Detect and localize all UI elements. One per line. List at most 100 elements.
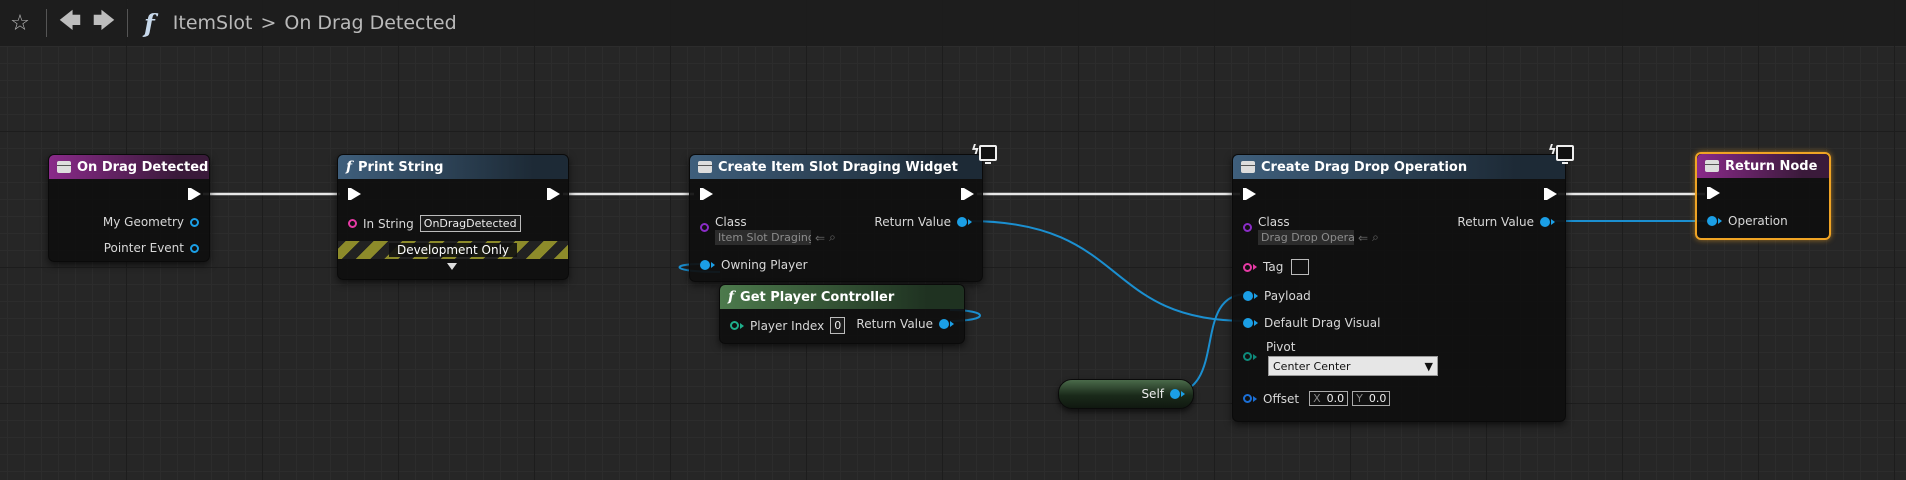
node-title: Get Player Controller xyxy=(740,289,895,305)
function-icon: f xyxy=(728,289,735,305)
print-string-node[interactable]: f Print String In String OnDragDetected … xyxy=(337,154,569,280)
pin-label: Return Value xyxy=(874,215,951,229)
exec-out-pin[interactable] xyxy=(1544,188,1557,200)
offset-y-field[interactable]: Y 0.0 xyxy=(1352,391,1391,406)
exec-pin-icon xyxy=(961,188,974,200)
enum-pin-icon xyxy=(1243,352,1252,361)
pin-pointer-event[interactable]: Pointer Event xyxy=(104,241,199,255)
pivot-pin-content: Pivot xyxy=(1266,340,1295,354)
event-icon xyxy=(57,161,71,173)
pin-label: Owning Player xyxy=(721,258,808,272)
use-selected-icon[interactable]: ⇐ xyxy=(1358,231,1368,245)
pin-payload[interactable]: Payload xyxy=(1243,289,1311,303)
pin-arrow-icon xyxy=(1551,219,1555,225)
pin-arrow-icon xyxy=(1718,218,1722,224)
exec-pin-icon xyxy=(1243,188,1256,200)
event-icon xyxy=(1705,160,1719,172)
get-player-controller-node[interactable]: f Get Player Controller Player Index 0 R… xyxy=(719,284,965,344)
class-combo[interactable]: Item Slot Draging▾ xyxy=(715,230,811,245)
pin-label: Default Drag Visual xyxy=(1264,316,1381,330)
pin-label: In String xyxy=(363,216,414,231)
pin-offset[interactable]: Offset X 0.0 Y 0.0 xyxy=(1243,391,1391,406)
node-header: Return Node xyxy=(1697,154,1829,178)
exec-pin-icon xyxy=(1544,188,1557,200)
pin-arrow-icon xyxy=(1253,264,1257,270)
pin-label: Operation xyxy=(1728,214,1788,228)
create-widget-node[interactable]: Create Item Slot Draging Widget Class It… xyxy=(689,154,983,282)
pivot-dropdown[interactable]: Center Center ▼ xyxy=(1268,356,1438,376)
pin-in-string[interactable]: In String OnDragDetected xyxy=(348,215,521,232)
create-drag-drop-node[interactable]: Create Drag Drop Operation Class Drag Dr… xyxy=(1232,154,1566,422)
pin-label: Return Value xyxy=(856,317,933,331)
pin-player-index[interactable]: Player Index 0 xyxy=(730,317,846,334)
node-title: Print String xyxy=(358,159,444,175)
pin-arrow-icon xyxy=(1253,395,1257,402)
tag-field[interactable] xyxy=(1291,259,1310,275)
expand-arrow-icon[interactable] xyxy=(447,263,457,270)
pin-label: Tag xyxy=(1263,260,1284,274)
data-wire-widget-to-visual xyxy=(967,220,1248,322)
object-pin-icon xyxy=(939,319,949,329)
node-title: Create Drag Drop Operation xyxy=(1261,159,1468,175)
pin-default-drag-visual[interactable]: Default Drag Visual xyxy=(1243,316,1380,330)
pin-tag[interactable]: Tag xyxy=(1243,259,1310,275)
pin-label: Pivot xyxy=(1266,340,1296,354)
exec-out-pin[interactable] xyxy=(961,188,974,200)
node-title: Create Item Slot Draging Widget xyxy=(718,159,958,175)
pin-arrow-icon xyxy=(968,219,972,225)
pin-class[interactable]: Class Drag Drop Operat▾ ⇐ ⌕ xyxy=(1243,215,1379,245)
dropdown-arrow-icon: ▼ xyxy=(1424,359,1433,373)
pin-operation[interactable]: Operation xyxy=(1707,214,1788,228)
return-node[interactable]: Return Node Operation xyxy=(1695,152,1831,240)
node-title: On Drag Detected xyxy=(77,159,209,175)
browse-icon[interactable]: ⌕ xyxy=(1372,230,1379,245)
vector-pin-icon xyxy=(1243,394,1252,403)
pin-return-value[interactable]: Return Value xyxy=(874,215,972,229)
object-pin-icon xyxy=(1243,318,1253,328)
exec-out-pin[interactable] xyxy=(188,188,201,200)
node-header: Create Drag Drop Operation xyxy=(1233,155,1565,179)
offset-x-value: 0.0 xyxy=(1326,392,1345,405)
pin-return-value[interactable]: Return Value xyxy=(1457,215,1555,229)
pin-label: Payload xyxy=(1264,289,1311,303)
pin-label: Pointer Event xyxy=(103,241,184,255)
development-only-banner: Development Only xyxy=(338,241,568,259)
self-label: Self xyxy=(1141,387,1164,401)
browse-icon[interactable]: ⌕ xyxy=(829,230,836,245)
exec-in-pin[interactable] xyxy=(348,188,361,200)
pin-arrow-icon xyxy=(950,321,954,327)
pin-label: Class xyxy=(715,215,747,229)
exec-in-pin[interactable] xyxy=(1243,188,1256,200)
pin-class[interactable]: Class Item Slot Draging▾ ⇐ ⌕ xyxy=(700,215,836,245)
pin-owning-player[interactable]: Owning Player xyxy=(700,258,808,272)
exec-in-pin[interactable] xyxy=(1707,187,1720,199)
widget-icon xyxy=(1241,161,1255,173)
offset-x-field[interactable]: X 0.0 xyxy=(1309,391,1349,406)
pin-return-value[interactable]: Return Value xyxy=(856,317,954,331)
exec-pin-icon xyxy=(348,188,361,200)
exec-in-pin[interactable] xyxy=(700,188,713,200)
class-combo[interactable]: Drag Drop Operat▾ xyxy=(1258,230,1354,245)
pin-label: My Geometry xyxy=(102,215,184,229)
self-node[interactable]: Self xyxy=(1058,379,1194,409)
class-value: Item Slot Draging xyxy=(718,231,811,244)
exec-out-pin[interactable] xyxy=(547,188,560,200)
pin-arrow-icon xyxy=(740,322,744,329)
pin-label: Class xyxy=(1258,215,1290,229)
pin-my-geometry[interactable]: My Geometry xyxy=(103,215,199,229)
pin-label: Player Index xyxy=(750,318,825,333)
in-string-field[interactable]: OnDragDetected xyxy=(419,215,521,232)
int-pin-icon xyxy=(730,321,739,330)
exec-pin-icon xyxy=(547,188,560,200)
struct-pin-icon xyxy=(190,217,199,227)
use-selected-icon[interactable]: ⇐ xyxy=(815,231,825,245)
player-index-field[interactable]: 0 xyxy=(830,317,846,334)
pin-label: Return Value xyxy=(1457,215,1534,229)
pin-arrow-icon xyxy=(1181,391,1185,397)
offset-y-value: 0.0 xyxy=(1368,392,1387,405)
network-icon xyxy=(979,145,997,164)
object-pin-icon xyxy=(1243,291,1253,301)
node-header: f Get Player Controller xyxy=(720,285,964,309)
on-drag-detected-node[interactable]: On Drag Detected My Geometry Pointer Eve… xyxy=(48,154,210,262)
class-picker: Item Slot Draging▾ ⇐ ⌕ xyxy=(715,230,836,245)
